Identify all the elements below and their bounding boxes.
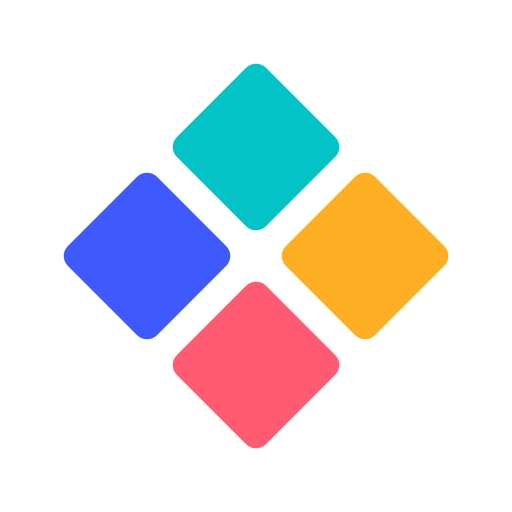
app-logo-canvas: [0, 0, 512, 512]
four-diamond-logo-icon: [0, 0, 512, 512]
blue-diamond-tile: [57, 166, 237, 346]
teal-diamond-tile: [166, 57, 346, 237]
coral-diamond-tile: [166, 275, 346, 455]
orange-diamond-tile: [275, 166, 455, 346]
